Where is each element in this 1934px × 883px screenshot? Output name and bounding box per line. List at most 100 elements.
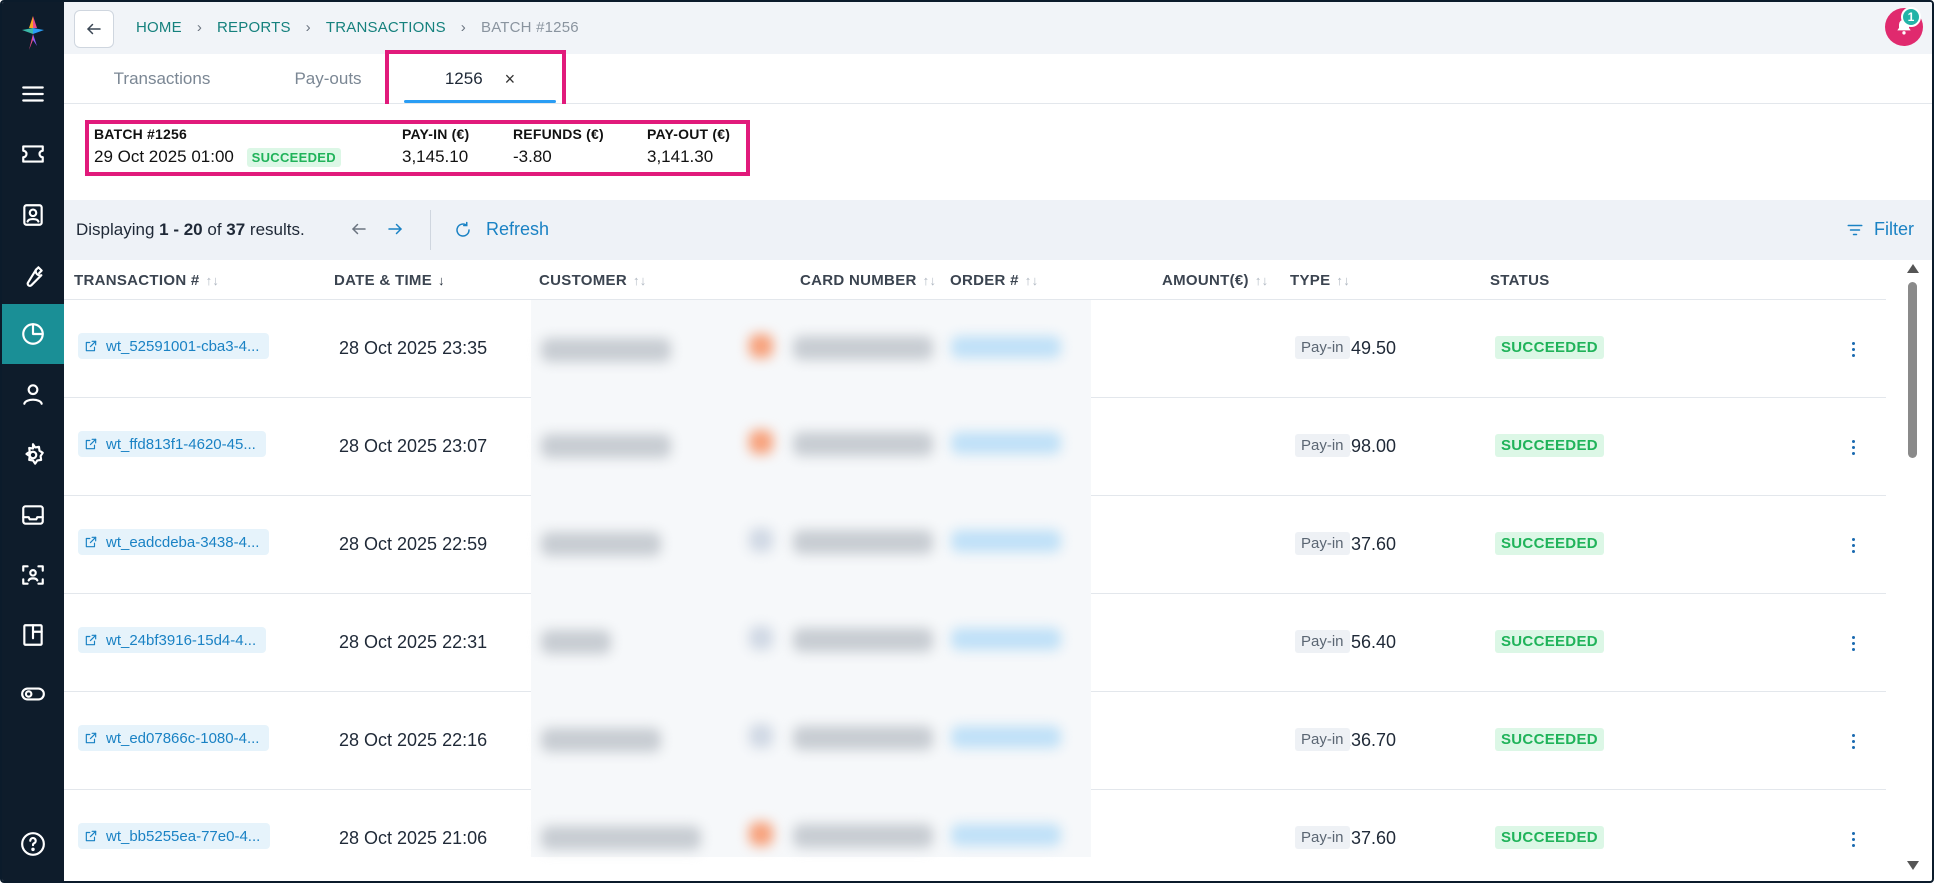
results-toolbar: Displaying 1 - 20 of 37 results. Refresh… [64,200,1932,260]
row-type-badge: Pay-in [1295,826,1350,849]
transaction-link[interactable]: wt_52591001-cba3-4... [78,333,270,359]
scroll-thumb[interactable] [1908,282,1917,458]
menu-icon[interactable] [2,64,64,124]
breadcrumb-home[interactable]: HOME [136,19,182,36]
column-status: STATUS [1490,272,1550,289]
breadcrumb-current: BATCH #1256 [480,19,579,36]
column-transaction[interactable]: TRANSACTION # ↑↓ [74,272,219,289]
redacted-card-number [793,530,933,554]
row-type-badge: Pay-in [1295,336,1350,359]
row-actions-menu[interactable] [1843,824,1863,854]
redacted-order [951,726,1061,748]
row-type-badge: Pay-in [1295,532,1350,555]
row-datetime: 28 Oct 2025 22:59 [339,534,488,554]
row-status-badge: SUCCEEDED [1495,728,1604,751]
row-status-badge: SUCCEEDED [1495,336,1604,359]
chevron-right-icon: › [460,19,466,36]
row-actions-menu[interactable] [1843,432,1863,462]
redacted-card-number [793,824,933,848]
column-type[interactable]: TYPE ↑↓ [1290,272,1350,289]
filter-icon [1847,224,1863,235]
sort-icon: ↑↓ [1336,273,1350,288]
refresh-label: Refresh [486,219,550,239]
filter-button[interactable]: Filter [1846,219,1914,240]
redacted-order [951,824,1061,846]
row-datetime: 28 Oct 2025 21:06 [339,828,488,848]
redacted-order [951,530,1061,552]
back-button[interactable] [74,10,114,48]
row-status-badge: SUCCEEDED [1495,434,1604,457]
transaction-id: wt_24bf3916-15d4-4... [106,631,257,649]
inbox-icon[interactable] [2,485,64,545]
board-icon[interactable] [2,605,64,665]
column-order-label: ORDER # [950,272,1019,289]
highlight-box-summary [85,120,750,176]
contact-card-icon[interactable] [2,185,64,245]
results-count: Displaying 1 - 20 of 37 results. [76,220,305,240]
breadcrumb: HOME › REPORTS › TRANSACTIONS › BATCH #1… [136,19,579,36]
scroll-down-arrow[interactable] [1907,861,1919,870]
chevron-right-icon: › [305,19,311,36]
breadcrumb-transactions[interactable]: TRANSACTIONS [326,19,446,36]
face-scan-icon[interactable] [2,545,64,605]
help-icon[interactable] [2,814,64,874]
tab-transactions[interactable]: Transactions [82,54,242,104]
redacted-card-brand [749,626,773,650]
refresh-button[interactable]: Refresh [454,219,549,240]
arrow-left-icon [87,23,101,35]
row-actions-menu[interactable] [1843,726,1863,756]
row-status-badge: SUCCEEDED [1495,630,1604,653]
notifications-button[interactable]: 1 [1885,7,1923,46]
transaction-link[interactable]: wt_ffd813f1-4620-45... [78,431,266,457]
wrench-icon[interactable] [2,246,64,306]
redacted-customer [541,434,671,458]
redacted-order [951,628,1061,650]
vertical-scrollbar[interactable] [1904,264,1920,870]
redacted-customer [541,630,611,654]
column-customer[interactable]: CUSTOMER ↑↓ [539,272,647,289]
transaction-link[interactable]: wt_eadcdeba-3438-4... [78,529,270,555]
redacted-customer [541,338,671,362]
settings-gear-icon[interactable] [2,425,64,485]
app-window: HOME › REPORTS › TRANSACTIONS › BATCH #1… [0,0,1934,883]
transaction-link[interactable]: wt_ed07866c-1080-4... [78,725,270,751]
previous-page-button[interactable] [350,220,368,243]
arrow-right-icon [388,223,402,235]
sort-icon: ↑↓ [1024,273,1039,288]
column-order[interactable]: ORDER # ↑↓ [950,272,1038,289]
results-of: of [202,220,227,239]
external-link-icon [85,830,97,842]
next-page-button[interactable] [386,220,404,243]
ticket-icon[interactable] [2,124,64,184]
redacted-card-number [793,432,933,456]
breadcrumb-reports[interactable]: REPORTS [217,19,291,36]
row-actions-menu[interactable] [1843,530,1863,560]
filter-label: Filter [1874,219,1914,239]
transaction-link[interactable]: wt_bb5255ea-77e0-4... [78,823,271,849]
row-actions-menu[interactable] [1843,334,1863,364]
reports-pie-icon[interactable] [2,304,64,364]
external-link-icon [85,438,97,450]
arrow-left-icon [352,223,366,235]
row-type-badge: Pay-in [1295,434,1350,457]
column-datetime[interactable]: DATE & TIME ↓ [334,272,445,289]
column-datetime-label: DATE & TIME [334,272,433,289]
user-icon[interactable] [2,364,64,424]
refresh-icon [456,221,470,237]
sort-icon: ↑↓ [1254,273,1269,288]
redacted-card-number [793,726,933,750]
column-amount-label: AMOUNT(€) [1162,272,1249,289]
transaction-id: wt_ed07866c-1080-4... [106,729,260,747]
scroll-up-arrow[interactable] [1907,264,1919,273]
tab-payouts[interactable]: Pay-outs [258,54,398,104]
transaction-link[interactable]: wt_24bf3916-15d4-4... [78,627,267,653]
row-actions-menu[interactable] [1843,628,1863,658]
row-status-badge: SUCCEEDED [1495,532,1604,555]
external-link-icon [85,732,97,744]
column-card[interactable]: CARD NUMBER ↑↓ [800,272,936,289]
column-type-label: TYPE [1290,272,1331,289]
column-amount[interactable]: AMOUNT(€) ↑↓ [1162,272,1268,289]
toggle-icon[interactable] [2,664,64,724]
column-card-label: CARD NUMBER [800,272,917,289]
redacted-customer [541,532,661,556]
